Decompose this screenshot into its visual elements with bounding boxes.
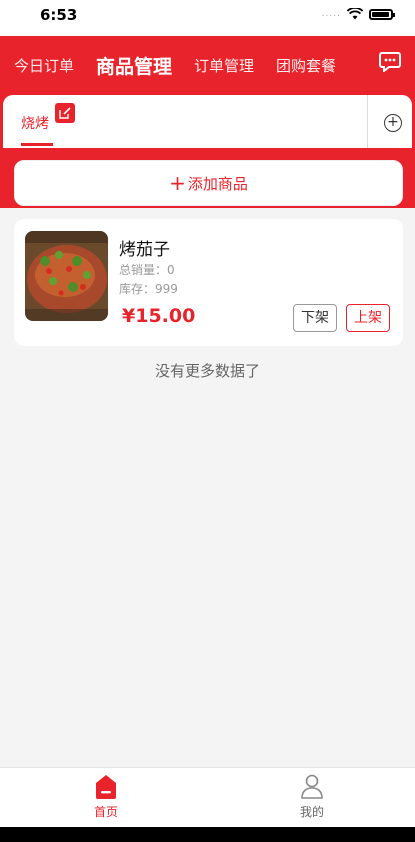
bottom-nav-me-label: 我的 (299, 805, 324, 819)
status-time: 6:53 (40, 6, 78, 24)
sales-label: 总销量： (119, 263, 168, 277)
bottom-nav: 首页 我的 (0, 767, 415, 827)
no-more-text: 没有更多数据了 (154, 362, 260, 380)
bottom-nav-home[interactable]: 首页 (66, 774, 146, 820)
tab-active-indicator (21, 143, 53, 146)
product-image (25, 231, 108, 321)
product-name: 烤茄子 (119, 240, 170, 260)
battery-icon (369, 8, 395, 20)
plus-icon: + (169, 171, 186, 195)
sales-value: 0 (167, 263, 175, 277)
status-icons: ..... (321, 8, 395, 20)
nav-product-management[interactable]: 商品管理 (96, 52, 172, 79)
nav-today-orders[interactable]: 今日订单 (14, 55, 74, 76)
top-nav: 今日订单 商品管理 订单管理 团购套餐 (0, 36, 415, 94)
product-card[interactable]: 烤茄子 总销量：0 库存：999 ¥15.00 下架 上架 (14, 219, 403, 346)
signal-icon: ..... (321, 9, 341, 19)
add-category-icon[interactable]: + (384, 114, 402, 132)
home-indicator (0, 827, 415, 842)
bottom-nav-home-label: 首页 (93, 805, 118, 819)
tab-bbq[interactable]: 烧烤 (21, 113, 49, 133)
status-bar: 6:53 ..... (0, 0, 415, 36)
product-price: ¥15.00 (122, 305, 196, 327)
bottom-nav-me[interactable]: 我的 (272, 774, 352, 820)
stock-value: 999 (155, 282, 178, 296)
product-sales: 总销量：0 (119, 261, 175, 278)
wifi-icon (347, 8, 363, 20)
nav-order-management[interactable]: 订单管理 (194, 55, 254, 76)
user-icon (301, 774, 323, 799)
stock-label: 库存： (119, 282, 156, 296)
list-button[interactable]: 上架 (346, 304, 390, 332)
category-tabs: 烧烤 + (3, 95, 412, 148)
add-product-label: 添加商品 (187, 174, 248, 193)
tab-divider (367, 95, 368, 148)
edit-icon[interactable] (55, 103, 75, 123)
nav-group-packages[interactable]: 团购套餐 (276, 55, 336, 76)
product-stock: 库存：999 (119, 280, 178, 297)
chat-icon[interactable] (379, 52, 401, 72)
add-product-button[interactable]: + 添加商品 (14, 160, 403, 206)
delist-button[interactable]: 下架 (293, 304, 337, 332)
home-icon (96, 775, 116, 799)
